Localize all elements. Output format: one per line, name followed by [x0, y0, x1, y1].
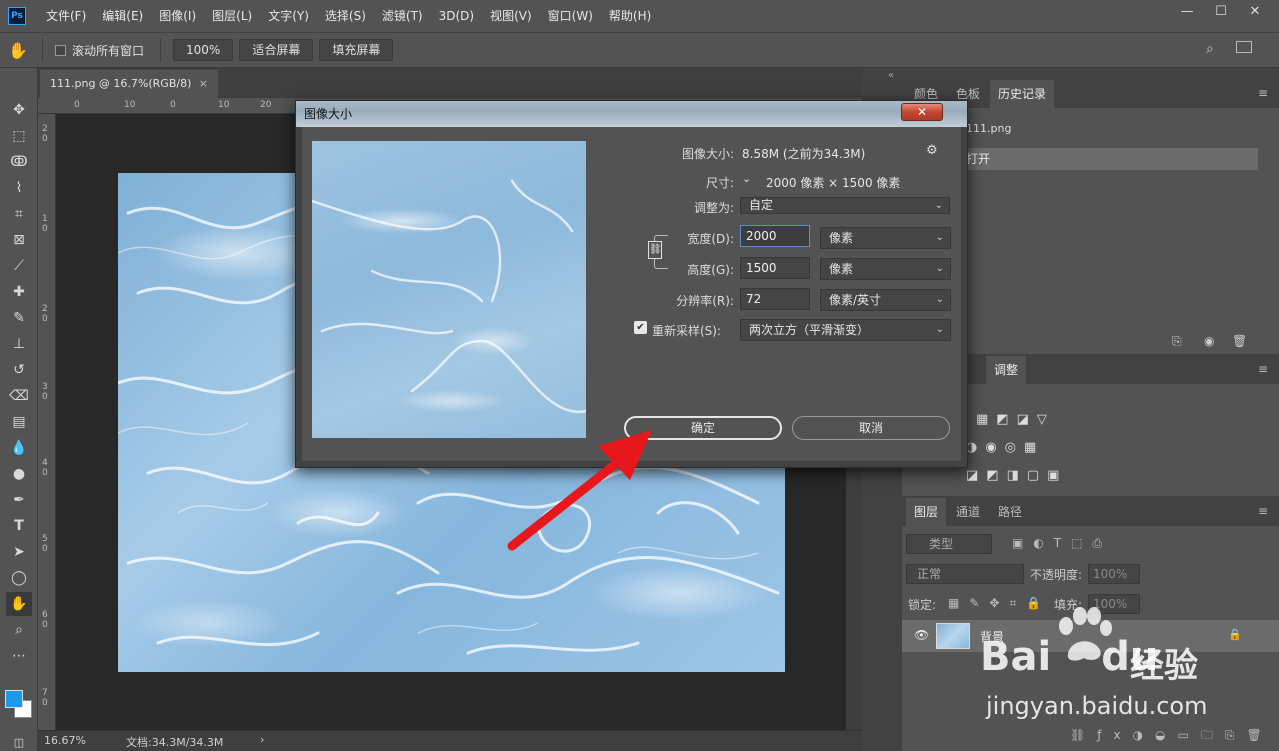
foreground-color-swatch[interactable] [5, 690, 23, 708]
watermark-brand-part1: Bai [980, 634, 1052, 680]
watermark-cn: 经验 [1130, 646, 1198, 686]
baidu-jingyan-watermark: Bai du 经验 jingyan.baidu.com [960, 606, 1260, 726]
watermark-url: jingyan.baidu.com [986, 692, 1208, 720]
